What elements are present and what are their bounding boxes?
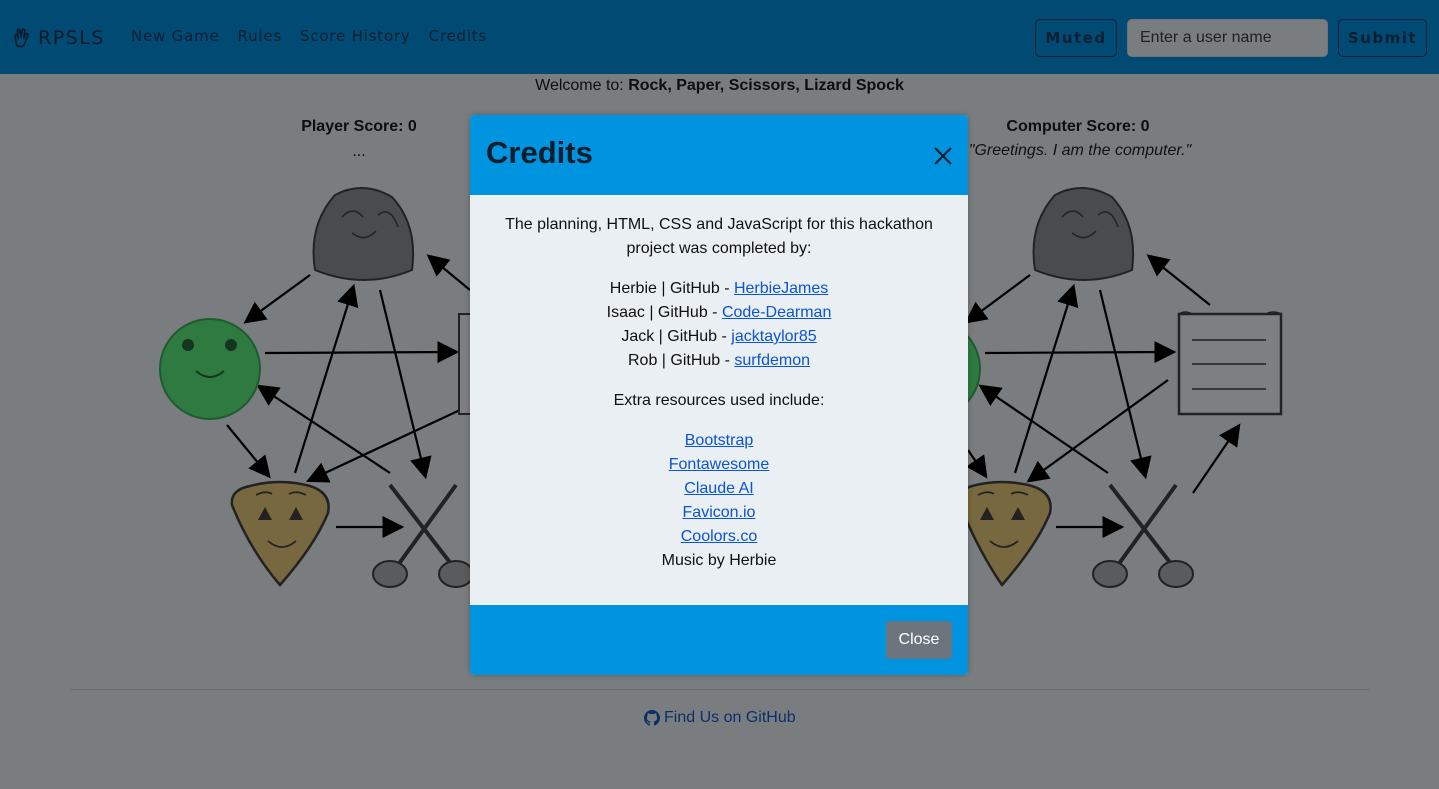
brand-label: RPSLS — [38, 27, 105, 49]
resource-link[interactable]: Coolors.co — [681, 528, 757, 545]
nav-rules[interactable]: Rules — [238, 27, 282, 45]
resource-link[interactable]: Favicon.io — [683, 504, 756, 521]
modal-footer: Close — [470, 605, 968, 675]
extra-resources-label: Extra resources used include: — [613, 392, 825, 409]
lizard-hand — [159, 318, 261, 420]
nav-new-game[interactable]: New Game — [131, 27, 220, 45]
spock-hand — [230, 480, 330, 587]
github-icon — [644, 710, 660, 726]
contributor-link[interactable]: jacktaylor85 — [731, 328, 816, 345]
computer-score: Computer Score: 0 — [1006, 118, 1150, 135]
resource-link[interactable]: Fontawesome — [669, 456, 770, 473]
computer-board — [960, 187, 1283, 588]
hand-spock-icon — [14, 28, 29, 48]
player-board — [159, 187, 480, 588]
contributor-prefix: Jack | GitHub - — [621, 328, 732, 345]
computer-scissors — [1092, 483, 1194, 588]
contributor-link[interactable]: HerbieJames — [734, 280, 828, 297]
contributor-prefix: Rob | GitHub - — [627, 352, 735, 369]
computer-paper — [1177, 311, 1283, 416]
navbar: RPSLS New Game Rules Score History Credi… — [0, 0, 1439, 74]
modal-title: Credits — [486, 135, 593, 170]
brand[interactable]: RPSLS — [12, 24, 105, 52]
credits-intro: The planning, HTML, CSS and JavaScript f… — [505, 216, 933, 257]
player-score: Player Score: 0 — [301, 118, 417, 135]
welcome-title: Rock, Paper, Scissors, Lizard Spock — [628, 77, 904, 94]
contributor-item: Rob | GitHub - surfdemon — [470, 349, 968, 373]
nav-score-history[interactable]: Score History — [300, 27, 411, 45]
contributor-prefix: Isaac | GitHub - — [606, 304, 722, 321]
nav-credits[interactable]: Credits — [429, 27, 488, 45]
close-button[interactable]: Close — [886, 621, 952, 659]
github-link[interactable]: Find Us on GitHub — [644, 709, 796, 727]
music-credit: Music by Herbie — [661, 552, 777, 569]
contributor-link[interactable]: Code-Dearman — [722, 304, 831, 321]
contributor-link[interactable]: surfdemon — [734, 352, 810, 369]
contributor-item: Herbie | GitHub - HerbieJames — [470, 277, 968, 301]
credits-modal: Credits The planning, HTML, CSS and Java… — [470, 115, 968, 675]
player-message: ... — [352, 143, 366, 160]
resource-link[interactable]: Bootstrap — [685, 432, 753, 449]
welcome-text: Welcome to: Rock, Paper, Scissors, Lizar… — [0, 77, 1439, 95]
resource-link[interactable]: Claude AI — [684, 480, 753, 497]
submit-button[interactable]: Submit — [1338, 19, 1427, 57]
modal-body: The planning, HTML, CSS and JavaScript f… — [470, 195, 968, 605]
muted-button[interactable]: Muted — [1035, 19, 1117, 57]
computer-message: "Greetings. I am the computer." — [968, 142, 1192, 159]
contributor-item: Jack | GitHub - jacktaylor85 — [470, 325, 968, 349]
computer-rock — [1032, 187, 1135, 281]
github-link-label: Find Us on GitHub — [664, 709, 796, 726]
contributor-prefix: Herbie | GitHub - — [609, 280, 734, 297]
welcome-prefix: Welcome to: — [535, 77, 629, 94]
footer-divider — [70, 689, 1370, 690]
computer-spock — [960, 480, 1052, 588]
nav-links: New Game Rules Score History Credits — [131, 27, 487, 45]
contributor-item: Isaac | GitHub - Code-Dearman — [470, 301, 968, 325]
rock-hand — [312, 187, 415, 281]
scissors-hand — [372, 483, 474, 588]
username-input[interactable] — [1127, 19, 1328, 57]
contributors-list: Herbie | GitHub - HerbieJames Isaac | Gi… — [470, 277, 968, 373]
close-icon[interactable] — [932, 145, 954, 167]
modal-header: Credits — [470, 115, 968, 195]
resources-list: Bootstrap Fontawesome Claude AI Favicon.… — [470, 429, 968, 573]
